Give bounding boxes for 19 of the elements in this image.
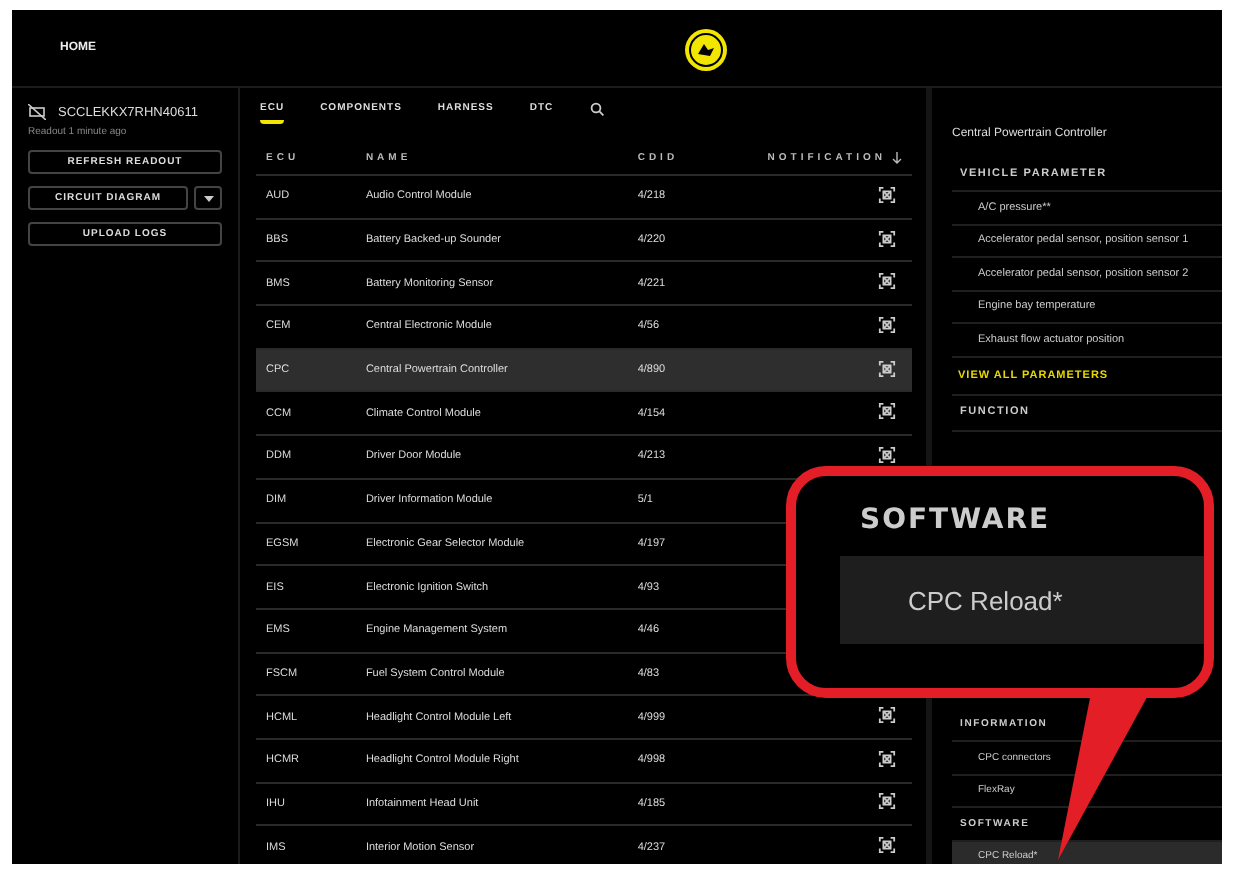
scan-icon[interactable] — [877, 792, 896, 811]
scan-icon[interactable] — [877, 315, 896, 334]
scan-icon[interactable] — [877, 836, 896, 855]
scan-icon[interactable] — [877, 359, 896, 378]
callout-heading: SOFTWARE — [860, 504, 1053, 536]
search-icon[interactable] — [589, 101, 604, 115]
scan-icon[interactable] — [877, 749, 896, 768]
callout-item: CPC Reload* — [840, 556, 1204, 644]
sort-down-icon[interactable] — [891, 151, 902, 163]
scan-icon[interactable] — [877, 706, 896, 725]
scan-icon[interactable] — [877, 402, 896, 421]
dropdown-button[interactable] — [194, 186, 222, 210]
car-muted-icon — [28, 104, 46, 120]
logo-icon — [684, 28, 728, 72]
caret-icon[interactable] — [203, 195, 213, 201]
scan-icon[interactable] — [877, 445, 896, 464]
scan-icon[interactable] — [877, 185, 896, 204]
scan-icon[interactable] — [877, 229, 896, 248]
scan-icon[interactable] — [877, 272, 896, 291]
